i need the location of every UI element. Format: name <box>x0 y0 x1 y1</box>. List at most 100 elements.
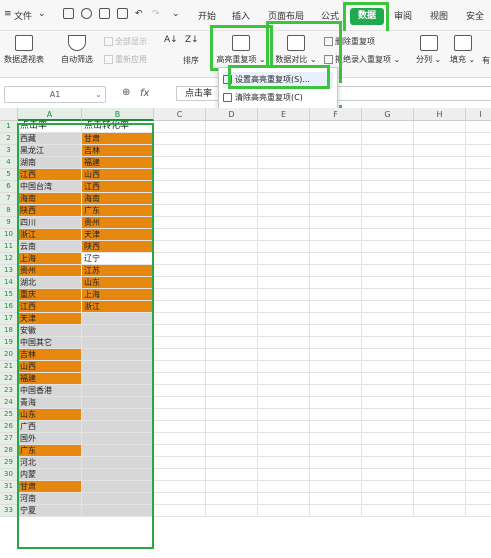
empty-cell[interactable] <box>206 397 258 409</box>
empty-cell[interactable] <box>414 181 466 193</box>
row-header[interactable]: 18 <box>0 325 18 337</box>
reject-duplicates-button[interactable]: 拒绝录入重复项 ⌄ <box>324 54 400 65</box>
row-header[interactable]: 10 <box>0 229 18 241</box>
empty-cell[interactable] <box>466 385 491 397</box>
row-header[interactable]: 8 <box>0 205 18 217</box>
empty-cell[interactable] <box>310 349 362 361</box>
row-header[interactable]: 14 <box>0 277 18 289</box>
empty-cell[interactable] <box>258 505 310 517</box>
empty-cell[interactable] <box>206 433 258 445</box>
row-header[interactable]: 26 <box>0 421 18 433</box>
empty-cell[interactable] <box>310 265 362 277</box>
empty-cell[interactable] <box>414 241 466 253</box>
empty-cell[interactable] <box>414 505 466 517</box>
empty-cell[interactable] <box>310 217 362 229</box>
empty-cell[interactable] <box>466 181 491 193</box>
data-cell[interactable]: 贵州 <box>18 265 82 277</box>
empty-cell[interactable] <box>362 337 414 349</box>
empty-cell[interactable] <box>362 193 414 205</box>
empty-cell[interactable] <box>362 289 414 301</box>
empty-cell[interactable] <box>310 337 362 349</box>
empty-cell[interactable] <box>154 385 206 397</box>
empty-cell[interactable] <box>466 277 491 289</box>
empty-cell[interactable] <box>154 373 206 385</box>
empty-cell[interactable] <box>206 217 258 229</box>
data-cell[interactable] <box>82 505 154 517</box>
empty-cell[interactable] <box>206 205 258 217</box>
empty-cell[interactable] <box>206 289 258 301</box>
data-cell[interactable] <box>82 445 154 457</box>
row-header[interactable]: 12 <box>0 253 18 265</box>
empty-cell[interactable] <box>362 493 414 505</box>
data-cell[interactable]: 宁夏 <box>18 505 82 517</box>
empty-cell[interactable] <box>466 469 491 481</box>
sort-button[interactable]: 排序 <box>183 55 199 66</box>
data-cell[interactable] <box>82 385 154 397</box>
empty-cell[interactable] <box>206 421 258 433</box>
column-header-c[interactable]: C <box>154 108 206 121</box>
empty-cell[interactable] <box>258 493 310 505</box>
empty-cell[interactable] <box>258 397 310 409</box>
empty-cell[interactable] <box>206 193 258 205</box>
data-cell[interactable]: 山东 <box>18 409 82 421</box>
empty-cell[interactable] <box>414 493 466 505</box>
empty-cell[interactable] <box>206 469 258 481</box>
empty-cell[interactable] <box>258 121 310 133</box>
empty-cell[interactable] <box>414 457 466 469</box>
more-ribbon-button[interactable]: 有 <box>482 55 490 66</box>
empty-cell[interactable] <box>362 433 414 445</box>
column-header-b[interactable]: B <box>82 108 154 121</box>
row-header[interactable]: 4 <box>0 157 18 169</box>
empty-cell[interactable] <box>362 397 414 409</box>
empty-cell[interactable] <box>154 289 206 301</box>
empty-cell[interactable] <box>154 349 206 361</box>
empty-cell[interactable] <box>362 145 414 157</box>
empty-cell[interactable] <box>362 121 414 133</box>
empty-cell[interactable] <box>414 421 466 433</box>
remove-duplicates-button[interactable]: 删除重复项 <box>324 36 375 47</box>
empty-cell[interactable] <box>258 193 310 205</box>
empty-cell[interactable] <box>258 229 310 241</box>
empty-cell[interactable] <box>310 505 362 517</box>
row-header[interactable]: 13 <box>0 265 18 277</box>
split-column-button[interactable]: 分列 ⌄ <box>416 35 441 65</box>
empty-cell[interactable] <box>414 409 466 421</box>
empty-cell[interactable] <box>362 385 414 397</box>
empty-cell[interactable] <box>154 361 206 373</box>
empty-cell[interactable] <box>362 277 414 289</box>
tab-formula[interactable]: 公式 <box>321 9 339 22</box>
name-box[interactable]: A1 ⌄ <box>4 86 106 103</box>
empty-cell[interactable] <box>310 421 362 433</box>
empty-cell[interactable] <box>466 193 491 205</box>
empty-cell[interactable] <box>362 301 414 313</box>
reapply-button[interactable]: 重新应用 <box>104 54 147 65</box>
tab-home[interactable]: 开始 <box>198 9 216 22</box>
empty-cell[interactable] <box>310 277 362 289</box>
row-header[interactable]: 17 <box>0 313 18 325</box>
empty-cell[interactable] <box>206 229 258 241</box>
column-header-f[interactable]: F <box>310 108 362 121</box>
empty-cell[interactable] <box>154 205 206 217</box>
empty-cell[interactable] <box>154 301 206 313</box>
autofilter-button[interactable]: 自动筛选 <box>61 35 93 65</box>
empty-cell[interactable] <box>154 481 206 493</box>
empty-cell[interactable] <box>206 325 258 337</box>
hamburger-icon[interactable]: ≡ <box>4 9 12 19</box>
data-cell[interactable] <box>82 481 154 493</box>
column-header-h[interactable]: H <box>414 108 466 121</box>
data-cell[interactable]: 四川 <box>18 217 82 229</box>
empty-cell[interactable] <box>414 157 466 169</box>
empty-cell[interactable] <box>154 217 206 229</box>
tab-view[interactable]: 视图 <box>430 9 448 22</box>
pivot-table-button[interactable]: 数据透视表 <box>4 35 44 65</box>
empty-cell[interactable] <box>310 457 362 469</box>
empty-cell[interactable] <box>258 337 310 349</box>
empty-cell[interactable] <box>414 469 466 481</box>
header-cell[interactable]: 点击转化率 <box>82 121 154 133</box>
data-cell[interactable]: 云南 <box>18 241 82 253</box>
empty-cell[interactable] <box>258 277 310 289</box>
data-cell[interactable] <box>82 325 154 337</box>
empty-cell[interactable] <box>310 301 362 313</box>
zoom-search-icon[interactable]: ⊕ <box>122 87 130 98</box>
empty-cell[interactable] <box>362 421 414 433</box>
